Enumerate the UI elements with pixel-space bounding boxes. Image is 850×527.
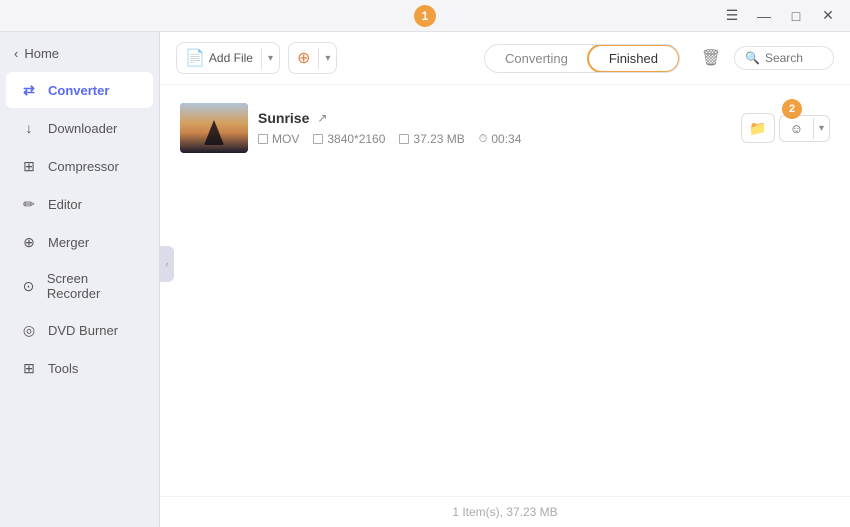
back-arrow-icon: ‹: [14, 46, 18, 61]
converter-icon: ⇄: [20, 81, 38, 99]
table-row: Sunrise ↗ MOV 3840*2160: [172, 93, 838, 163]
size-box-icon: [399, 134, 409, 144]
face-icon: ☺: [790, 121, 803, 136]
file-name: Sunrise: [258, 110, 309, 126]
finished-tab[interactable]: Finished: [587, 44, 680, 73]
back-home-button[interactable]: ‹ Home: [0, 40, 159, 67]
file-info: Sunrise ↗ MOV 3840*2160: [258, 110, 731, 146]
file-format-item: MOV: [258, 132, 299, 146]
external-link-icon[interactable]: ↗: [317, 111, 327, 125]
file-title-row: Sunrise ↗: [258, 110, 731, 126]
file-list: Sunrise ↗ MOV 3840*2160: [160, 85, 850, 496]
sidebar-item-editor-label: Editor: [48, 197, 82, 212]
sidebar-item-tools-label: Tools: [48, 361, 78, 376]
compressor-icon: ⊞: [20, 157, 38, 175]
close-button[interactable]: ✕: [814, 5, 842, 27]
search-input[interactable]: [765, 51, 835, 65]
chevron-down-icon: ▾: [819, 123, 824, 134]
content-toolbar: 📄 Add File ▾ ⊕ ▾ Converting Finished 🗑: [160, 32, 850, 85]
emoji-dropdown-button[interactable]: ▾: [813, 118, 829, 139]
editor-icon: ✏: [20, 195, 38, 213]
folder-icon: 📁: [749, 120, 766, 137]
converting-tab[interactable]: Converting: [485, 45, 588, 72]
sidebar-item-converter-label: Converter: [48, 83, 109, 98]
emoji-main-button[interactable]: ☺: [780, 116, 813, 141]
add-options-icon: ⊕: [297, 48, 310, 68]
emoji-split-button: ☺ ▾: [779, 115, 830, 142]
trash-icon: 🗑: [701, 48, 721, 68]
sidebar-item-tools[interactable]: ⊞ Tools: [6, 350, 153, 386]
action-badge: 2: [782, 99, 802, 119]
sidebar-item-compressor-label: Compressor: [48, 159, 119, 174]
format-box-icon: [258, 134, 268, 144]
add-file-dropdown-arrow[interactable]: ▾: [261, 48, 279, 69]
open-folder-button[interactable]: 📁: [741, 113, 775, 143]
title-badge-container: 1: [414, 5, 436, 27]
sidebar: ‹ Home ⇄ Converter ↓ Downloader ⊞ Compre…: [0, 32, 160, 527]
file-format: MOV: [272, 132, 299, 146]
maximize-button[interactable]: □: [782, 5, 810, 27]
tab-group: Converting Finished: [484, 44, 680, 73]
add-file-button[interactable]: 📄 Add File ▾: [176, 42, 280, 74]
trash-button[interactable]: 🗑: [696, 43, 726, 73]
sidebar-item-dvd-burner-label: DVD Burner: [48, 323, 118, 338]
add-options-dropdown-arrow[interactable]: ▾: [318, 48, 336, 69]
file-meta: MOV 3840*2160 37.23 MB ⏱ 00:34: [258, 132, 731, 146]
search-box: 🔍: [734, 46, 834, 70]
downloader-icon: ↓: [20, 119, 38, 137]
tools-icon: ⊞: [20, 359, 38, 377]
thumbnail-image: [180, 103, 248, 153]
dvd-burner-icon: ◎: [20, 321, 38, 339]
add-file-label: Add File: [209, 51, 253, 65]
sidebar-item-downloader-label: Downloader: [48, 121, 117, 136]
sidebar-collapse-handle[interactable]: ‹: [160, 246, 174, 282]
sidebar-item-compressor[interactable]: ⊞ Compressor: [6, 148, 153, 184]
file-size: 37.23 MB: [413, 132, 464, 146]
sidebar-item-downloader[interactable]: ↓ Downloader: [6, 110, 153, 146]
minimize-button[interactable]: —: [750, 5, 778, 27]
menu-button[interactable]: ☰: [718, 5, 746, 27]
sidebar-item-screen-recorder-label: Screen Recorder: [47, 271, 139, 301]
search-icon: 🔍: [745, 51, 760, 65]
sidebar-item-dvd-burner[interactable]: ◎ DVD Burner: [6, 312, 153, 348]
resolution-box-icon: [313, 134, 323, 144]
home-label: Home: [24, 46, 59, 61]
content-footer: 1 Item(s), 37.23 MB: [160, 496, 850, 527]
sidebar-item-screen-recorder[interactable]: ⊙ Screen Recorder: [6, 262, 153, 310]
file-thumbnail: [180, 103, 248, 153]
footer-summary: 1 Item(s), 37.23 MB: [452, 505, 557, 519]
content-area: 📄 Add File ▾ ⊕ ▾ Converting Finished 🗑: [160, 32, 850, 527]
sidebar-item-merger[interactable]: ⊕ Merger: [6, 224, 153, 260]
title-bar: 1 ☰ — □ ✕: [0, 0, 850, 32]
title-badge: 1: [414, 5, 436, 27]
collapse-icon: ‹: [166, 259, 169, 269]
file-resolution-item: 3840*2160: [313, 132, 385, 146]
screen-recorder-icon: ⊙: [20, 277, 37, 295]
file-size-item: 37.23 MB: [399, 132, 464, 146]
file-duration: 00:34: [491, 132, 521, 146]
add-options-button[interactable]: ⊕ ▾: [288, 42, 337, 74]
sidebar-item-editor[interactable]: ✏ Editor: [6, 186, 153, 222]
merger-icon: ⊕: [20, 233, 38, 251]
duration-clock-icon: ⏱: [479, 133, 488, 146]
sidebar-item-converter[interactable]: ⇄ Converter: [6, 72, 153, 108]
file-resolution: 3840*2160: [327, 132, 385, 146]
file-actions: 2 📁 ☺ ▾: [741, 113, 830, 143]
main-layout: ‹ Home ⇄ Converter ↓ Downloader ⊞ Compre…: [0, 32, 850, 527]
file-duration-item: ⏱ 00:34: [479, 132, 522, 146]
add-file-icon: 📄: [185, 48, 205, 68]
sidebar-item-merger-label: Merger: [48, 235, 89, 250]
